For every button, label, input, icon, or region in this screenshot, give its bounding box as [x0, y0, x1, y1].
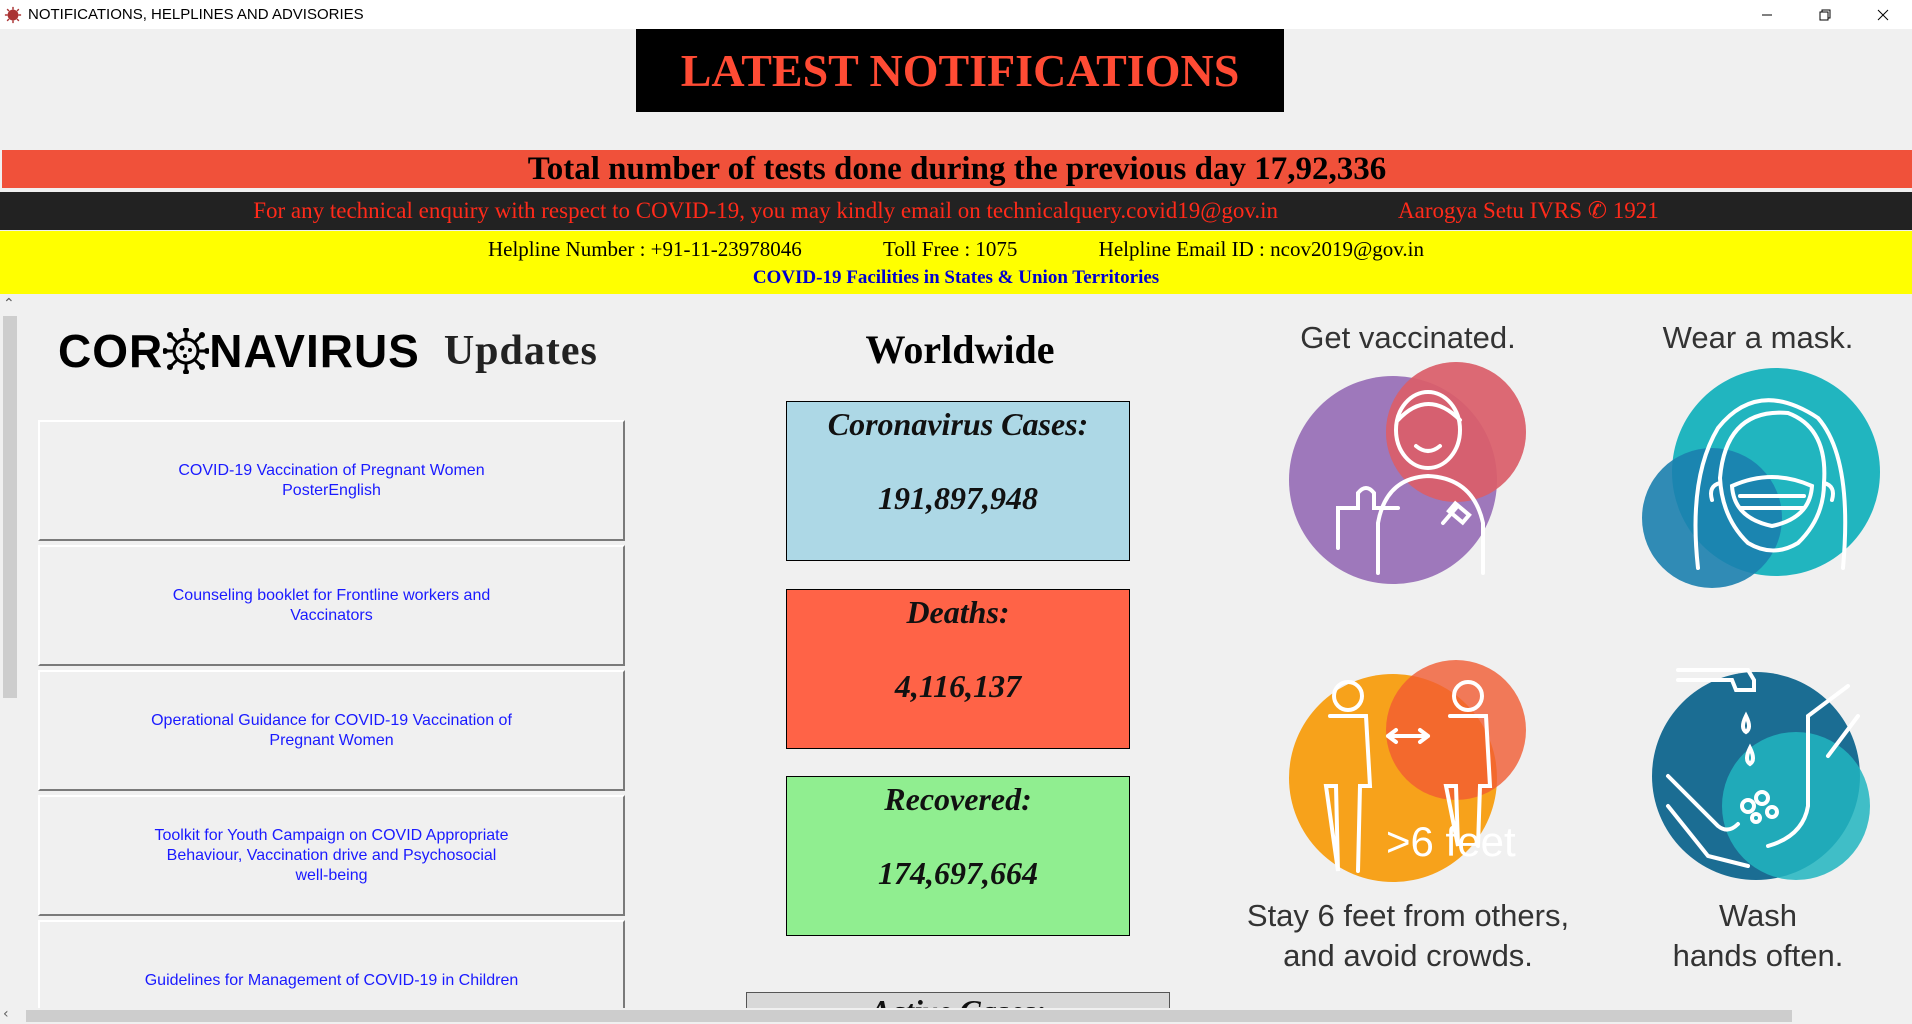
- technical-enquiry-bar: For any technical enquiry with respect t…: [0, 192, 1912, 230]
- latest-notifications-banner: LATEST NOTIFICATIONS: [636, 29, 1284, 112]
- document-button[interactable]: Counseling booklet for Frontline workers…: [38, 545, 625, 666]
- recovered-box: Recovered: 174,697,664: [786, 776, 1130, 936]
- horizontal-scrollbar[interactable]: ‹: [0, 1006, 1912, 1024]
- virus-app-icon: [4, 6, 22, 23]
- vertical-scroll-thumb[interactable]: [3, 316, 17, 698]
- tip-vaccinated: Get vaccinated.: [1228, 318, 1588, 598]
- toll-free-number: Toll Free : 1075: [882, 237, 1018, 261]
- tip-mask: Wear a mask.: [1608, 318, 1908, 598]
- coronavirus-updates-logo: COR NAVIRUS Updates: [58, 318, 598, 384]
- tip-distance-caption: Stay 6 feet from others, and avoid crowd…: [1246, 898, 1570, 973]
- helpline-row: Helpline Number : +91-11-23978046 Toll F…: [0, 237, 1912, 262]
- close-icon: [1877, 9, 1889, 20]
- minimize-icon: [1762, 14, 1772, 15]
- facilities-link[interactable]: COVID-19 Facilities in States & Union Te…: [0, 267, 1912, 289]
- logo-updates-text: Updates: [443, 328, 598, 374]
- document-button[interactable]: Toolkit for Youth Campaign on COVID Appr…: [38, 795, 625, 916]
- recovered-value: 174,697,664: [878, 855, 1038, 891]
- technical-enquiry-text[interactable]: For any technical enquiry with respect t…: [253, 198, 1278, 224]
- tests-count-bar: Total number of tests done during the pr…: [2, 150, 1912, 188]
- document-button[interactable]: Operational Guidance for COVID-19 Vaccin…: [38, 670, 625, 791]
- social-distance-icon: >6 feet: [1289, 660, 1526, 882]
- aarogya-setu-ivrs: Aarogya Setu IVRS ✆ 1921: [1398, 198, 1659, 223]
- window-title: NOTIFICATIONS, HELPLINES AND ADVISORIES: [28, 6, 364, 23]
- restore-icon: [1819, 9, 1831, 20]
- recovered-label: Recovered:: [884, 781, 1032, 817]
- cases-box: Coronavirus Cases: 191,897,948: [786, 401, 1130, 561]
- tip-mask-caption: Wear a mask.: [1662, 320, 1854, 355]
- face-mask-icon: [1642, 368, 1880, 588]
- deaths-label: Deaths:: [906, 594, 1010, 630]
- horizontal-scroll-thumb[interactable]: [26, 1010, 1792, 1022]
- document-button[interactable]: Guidelines for Management of COVID-19 in…: [38, 920, 625, 1010]
- window-controls: [1738, 0, 1912, 29]
- scroll-left-arrow-icon[interactable]: ‹: [3, 1006, 9, 1022]
- tip-distance: >6 feet Stay 6 feet from others, and avo…: [1228, 656, 1588, 976]
- tip-vaccinated-caption: Get vaccinated.: [1300, 320, 1516, 355]
- window-titlebar: NOTIFICATIONS, HELPLINES AND ADVISORIES: [0, 0, 1912, 29]
- cases-value: 191,897,948: [878, 480, 1038, 516]
- hand-wash-icon: [1652, 668, 1870, 880]
- helpline-email: Helpline Email ID : ncov2019@gov.in: [1098, 237, 1425, 261]
- worldwide-heading: Worldwide: [865, 327, 1055, 372]
- logo-text-left: COR: [58, 325, 164, 377]
- document-list: COVID-19 Vaccination of Pregnant Women P…: [38, 420, 629, 1010]
- cases-label: Coronavirus Cases:: [827, 406, 1089, 442]
- close-button[interactable]: [1854, 0, 1912, 29]
- tip-wash-caption: Wash hands often.: [1672, 898, 1844, 973]
- vaccinated-person-icon: [1289, 362, 1526, 584]
- restore-button[interactable]: [1796, 0, 1854, 29]
- tip-wash: Wash hands often.: [1608, 656, 1908, 976]
- virus-icon: [163, 328, 210, 374]
- scroll-up-arrow-icon[interactable]: ⌃: [3, 296, 15, 312]
- vertical-scrollbar[interactable]: ⌃: [0, 294, 20, 1010]
- document-button[interactable]: COVID-19 Vaccination of Pregnant Women P…: [38, 420, 625, 541]
- helpline-number: Helpline Number : +91-11-23978046: [487, 237, 802, 261]
- deaths-box: Deaths: 4,116,137: [786, 589, 1130, 749]
- logo-text-right: NAVIRUS: [209, 325, 420, 377]
- deaths-value: 4,116,137: [894, 668, 1022, 704]
- helpline-bar: Helpline Number : +91-11-23978046 Toll F…: [0, 231, 1912, 294]
- distance-sign-text: >6 feet: [1386, 818, 1516, 865]
- minimize-button[interactable]: [1738, 0, 1796, 29]
